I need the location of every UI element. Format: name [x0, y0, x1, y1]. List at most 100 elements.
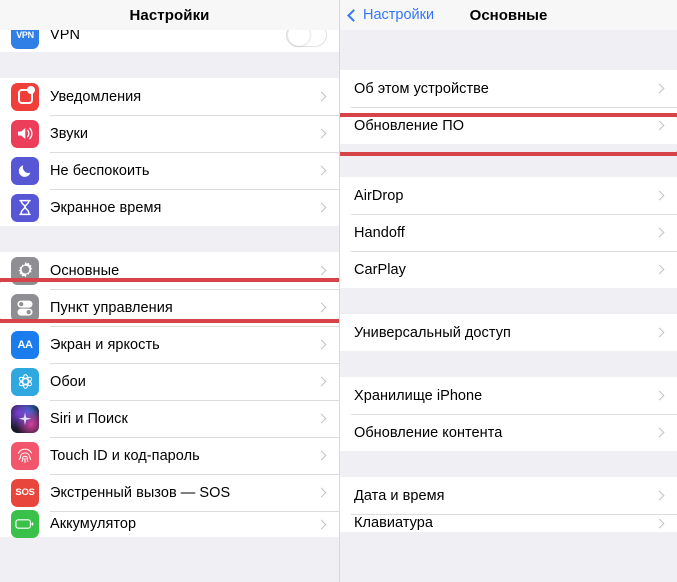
settings-row-screen-time[interactable]: Экранное время — [0, 189, 339, 226]
chevron-right-icon — [316, 302, 327, 313]
screen-time-icon — [11, 193, 39, 222]
settings-row-label: Экстренный вызов — SOS — [50, 484, 231, 501]
general-row-background-refresh[interactable]: Обновление контента — [340, 414, 677, 451]
settings-row-control-center[interactable]: Пункт управления — [0, 289, 339, 326]
general-row-handoff[interactable]: Handoff — [340, 214, 677, 251]
settings-row-label: Экран и яркость — [50, 336, 160, 353]
general-row-label: Об этом устройстве — [354, 80, 489, 97]
general-row-carplay[interactable]: CarPlay — [340, 251, 677, 288]
settings-list-panel: Настройки VPN VPN Уведомления Звуки Не б… — [0, 0, 340, 582]
general-group-connectivity: AirDrop Handoff CarPlay — [340, 177, 677, 288]
settings-row-label: Не беспокоить — [50, 162, 150, 179]
chevron-right-icon — [654, 190, 665, 201]
chevron-right-icon — [316, 487, 327, 498]
settings-row-label: Пункт управления — [50, 299, 173, 316]
general-row-label: CarPlay — [354, 261, 406, 278]
general-group-storage: Хранилище iPhone Обновление контента — [340, 377, 677, 451]
section-gap — [340, 44, 677, 70]
general-row-airdrop[interactable]: AirDrop — [340, 177, 677, 214]
settings-row-label: Основные — [50, 262, 120, 279]
control-center-icon — [11, 293, 39, 322]
general-row-label: Клавиатура — [354, 515, 434, 531]
settings-row-sounds[interactable]: Звуки — [0, 115, 339, 152]
chevron-right-icon — [654, 490, 665, 501]
chevron-right-icon — [316, 413, 327, 424]
general-row-label: Дата и время — [354, 487, 445, 504]
toggle-knob — [288, 30, 310, 46]
back-button[interactable]: Настройки — [347, 7, 435, 23]
chevron-right-icon — [316, 202, 327, 213]
general-row-about[interactable]: Об этом устройстве — [340, 70, 677, 107]
settings-group-vpn: VPN VPN — [0, 30, 339, 52]
chevron-right-icon — [654, 83, 665, 94]
section-gap — [340, 144, 677, 177]
section-gap — [0, 52, 339, 78]
right-navbar: Настройки Основные — [340, 0, 677, 30]
settings-row-do-not-disturb[interactable]: Не беспокоить — [0, 152, 339, 189]
general-row-accessibility[interactable]: Универсальный доступ — [340, 314, 677, 351]
settings-row-label: Экранное время — [50, 199, 162, 216]
general-row-date-time[interactable]: Дата и время — [340, 477, 677, 514]
general-detail-panel: Настройки Основные Об этом устройстве Об… — [340, 0, 677, 582]
back-button-label: Настройки — [363, 7, 435, 23]
battery-icon — [11, 510, 39, 538]
general-gear-icon — [11, 256, 39, 285]
settings-row-label: Аккумулятор — [50, 516, 137, 532]
settings-row-emergency-sos[interactable]: SOS Экстренный вызов — SOS — [0, 474, 339, 511]
general-row-label: Handoff — [354, 224, 405, 241]
sounds-icon — [11, 119, 39, 148]
settings-row-label: Звуки — [50, 125, 89, 142]
settings-row-notifications[interactable]: Уведомления — [0, 78, 339, 115]
settings-group-system: Основные Пункт управления АА Экран и ярк… — [0, 252, 339, 538]
chevron-right-icon — [654, 427, 665, 438]
general-row-label: Хранилище iPhone — [354, 387, 483, 404]
sos-icon: SOS — [11, 478, 39, 507]
general-row-iphone-storage[interactable]: Хранилище iPhone — [340, 377, 677, 414]
chevron-right-icon — [654, 390, 665, 401]
settings-row-touch-id[interactable]: Touch ID и код-пароль — [0, 437, 339, 474]
section-gap — [340, 30, 677, 44]
settings-row-battery[interactable]: Аккумулятор — [0, 510, 339, 538]
chevron-right-icon — [316, 519, 327, 529]
chevron-right-icon — [654, 227, 665, 238]
display-brightness-icon: АА — [11, 330, 39, 359]
settings-row-wallpaper[interactable]: Обои — [0, 363, 339, 400]
general-row-software-update[interactable]: Обновление ПО — [340, 107, 677, 144]
vpn-toggle[interactable] — [286, 30, 327, 47]
chevron-right-icon — [316, 450, 327, 461]
settings-row-label: VPN — [50, 30, 80, 43]
section-gap — [340, 451, 677, 477]
settings-row-general[interactable]: Основные — [0, 252, 339, 289]
do-not-disturb-icon — [11, 156, 39, 185]
chevron-right-icon — [654, 264, 665, 275]
settings-row-siri[interactable]: Siri и Поиск — [0, 400, 339, 437]
chevron-right-icon — [316, 165, 327, 176]
settings-row-vpn[interactable]: VPN VPN — [0, 30, 339, 52]
left-navbar: Настройки — [0, 0, 339, 30]
settings-row-label: Уведомления — [50, 88, 142, 105]
general-row-label: Универсальный доступ — [354, 324, 511, 341]
general-group-device: Об этом устройстве Обновление ПО — [340, 70, 677, 144]
section-gap — [340, 351, 677, 377]
chevron-right-icon — [316, 339, 327, 350]
section-gap — [340, 288, 677, 314]
notifications-icon — [11, 82, 39, 111]
settings-row-label: Siri и Поиск — [50, 410, 128, 427]
chevron-right-icon — [654, 327, 665, 338]
chevron-right-icon — [316, 376, 327, 387]
touch-id-icon — [11, 441, 39, 470]
chevron-right-icon — [316, 265, 327, 276]
general-row-keyboard[interactable]: Клавиатура — [340, 514, 677, 532]
general-group-datetime: Дата и время Клавиатура — [340, 477, 677, 532]
settings-group-alerts: Уведомления Звуки Не беспокоить Экранное… — [0, 78, 339, 226]
general-group-accessibility: Универсальный доступ — [340, 314, 677, 351]
chevron-right-icon — [654, 120, 665, 131]
wallpaper-icon — [11, 367, 39, 396]
chevron-left-icon — [347, 8, 360, 22]
settings-row-display-brightness[interactable]: АА Экран и яркость — [0, 326, 339, 363]
chevron-right-icon — [316, 128, 327, 139]
siri-icon — [11, 404, 39, 433]
split-settings-screen: Настройки VPN VPN Уведомления Звуки Не б… — [0, 0, 677, 582]
settings-row-label: Touch ID и код-пароль — [50, 447, 200, 464]
left-nav-title: Настройки — [129, 6, 210, 24]
